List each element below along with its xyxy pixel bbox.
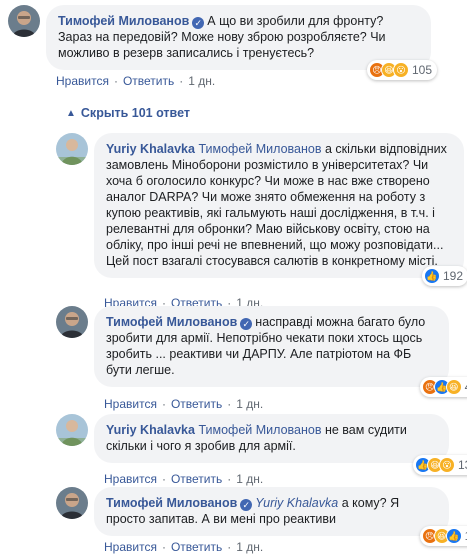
verified-badge-icon: ✓ <box>240 318 253 330</box>
reactions-summary[interactable]: 👍 192 <box>421 266 467 286</box>
hide-replies-toggle[interactable]: ▲ Скрыть 101 ответ <box>66 106 190 120</box>
comment-actions: Нравится · Ответить · 1 дн. <box>104 540 264 554</box>
timestamp[interactable]: 1 дн. <box>188 74 215 88</box>
chevron-up-icon: ▲ <box>66 107 76 119</box>
comment-author[interactable]: Тимофей Милованов <box>58 14 189 28</box>
like-reaction-icon: 👍 <box>445 528 462 544</box>
reply-link[interactable]: Ответить <box>171 540 222 554</box>
timestamp[interactable]: 1 дн. <box>236 472 263 486</box>
comment-bubble: Тимофей Милованов ✓ насправді можна багато… <box>94 306 467 397</box>
comment-bubble: Yuriy Khalavka Тимофей Милованов а скіль… <box>94 133 467 286</box>
reply-comment: Yuriy Khalavka Тимофей Милованов не вам … <box>56 414 467 475</box>
like-link[interactable]: Нравится <box>56 74 109 88</box>
reply-comment: Тимофей Милованов ✓ насправді можна багато… <box>56 306 467 397</box>
timestamp[interactable]: 1 дн. <box>236 397 263 411</box>
reactions-summary[interactable]: 😠 😆 😮 105 <box>366 60 437 80</box>
comment-author[interactable]: Yuriy Khalavka <box>106 142 195 156</box>
avatar[interactable] <box>56 487 88 519</box>
reply-link[interactable]: Ответить <box>123 74 174 88</box>
comment-text: а скільки відповідних замовлень Міноборо… <box>106 142 447 268</box>
reply-link[interactable]: Ответить <box>171 397 222 411</box>
mention-link[interactable]: Yuriy Khalavka <box>255 496 338 510</box>
reply-comment: Yuriy Khalavka Тимофей Милованов а скіль… <box>56 133 467 286</box>
timestamp[interactable]: 1 дн. <box>236 540 263 554</box>
reactions-summary[interactable]: 😠 😆 👍 18 <box>419 526 467 546</box>
like-reaction-icon: 👍 <box>423 268 440 284</box>
comment-actions: Нравится · Ответить · 1 дн. <box>104 397 264 411</box>
haha-reaction-icon: 😆 <box>445 379 462 395</box>
reply-link[interactable]: Ответить <box>171 472 222 486</box>
comment-author[interactable]: Тимофей Милованов <box>106 315 237 329</box>
mention-link[interactable]: Тимофей Милованов <box>198 142 321 156</box>
comment-author[interactable]: Тимофей Милованов <box>106 496 237 510</box>
reactions-summary[interactable]: 😠 👍 😆 40 <box>419 377 467 397</box>
comment-bubble: Тимофей Милованов ✓ А що ви зробили для фр… <box>46 5 437 80</box>
comment-top: Тимофей Милованов ✓ А що ви зробили для фр… <box>8 5 463 80</box>
comment-bubble: Тимофей Милованов ✓ Yuriy Khalavka а кому?… <box>94 487 467 546</box>
avatar[interactable] <box>56 306 88 338</box>
wow-reaction-icon: 😮 <box>392 62 409 78</box>
hide-replies-label: Скрыть 101 ответ <box>80 106 190 120</box>
mention-link[interactable]: Тимофей Милованов <box>198 423 321 437</box>
reaction-count: 132 <box>457 458 467 472</box>
like-link[interactable]: Нравится <box>104 397 157 411</box>
wow-reaction-icon: 😮 <box>438 457 455 473</box>
avatar[interactable] <box>56 414 88 446</box>
like-link[interactable]: Нравится <box>104 472 157 486</box>
comment-bubble: Yuriy Khalavka Тимофей Милованов не вам … <box>94 414 467 475</box>
reaction-count: 192 <box>442 269 463 283</box>
reaction-count: 105 <box>411 63 432 77</box>
comment-actions: Нравится · Ответить · 1 дн. <box>104 472 264 486</box>
verified-badge-icon: ✓ <box>192 17 205 29</box>
reply-comment: Тимофей Милованов ✓ Yuriy Khalavka а кому?… <box>56 487 467 546</box>
avatar[interactable] <box>56 133 88 165</box>
comment-actions: Нравится · Ответить · 1 дн. <box>56 74 216 88</box>
reactions-summary[interactable]: 👍 😆 😮 132 <box>412 455 467 475</box>
verified-badge-icon: ✓ <box>240 499 253 511</box>
comment-author[interactable]: Yuriy Khalavka <box>106 423 195 437</box>
like-link[interactable]: Нравится <box>104 540 157 554</box>
avatar[interactable] <box>8 5 40 37</box>
